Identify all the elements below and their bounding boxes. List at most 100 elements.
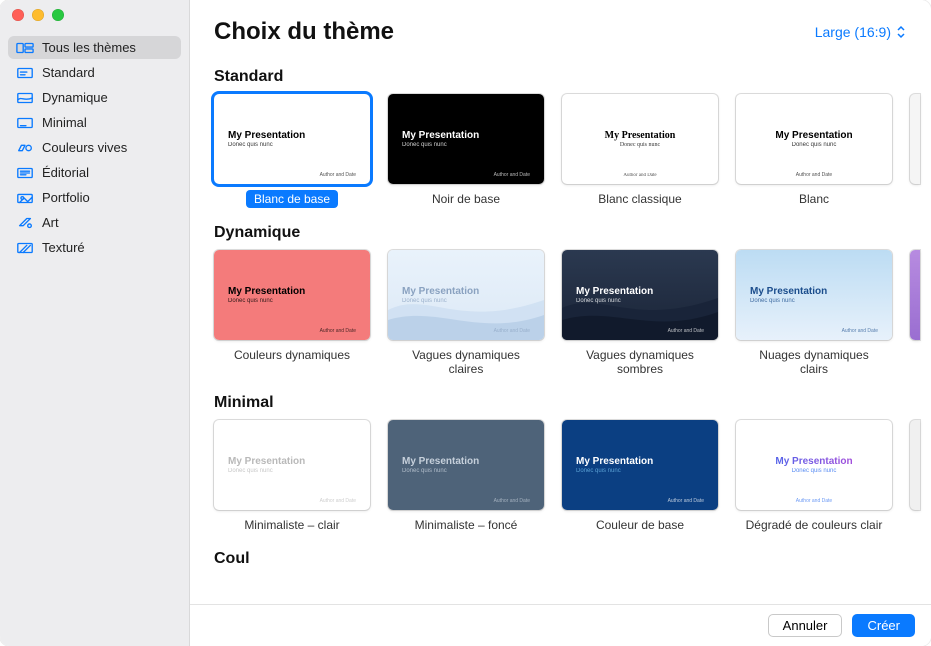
preview-title: My Presentation (214, 130, 370, 141)
sidebar-item-dynamic[interactable]: Dynamique (8, 86, 181, 109)
preview-title: My Presentation (736, 456, 892, 467)
theme-label: Nuages dynamiques clairs (736, 346, 892, 378)
sidebar-item-bold[interactable]: Couleurs vives (8, 136, 181, 159)
theme-card[interactable]: My PresentationDonec quis nunc Author and… (562, 94, 718, 208)
texture-icon (16, 241, 34, 255)
aspect-ratio-label: Large (16:9) (815, 24, 891, 40)
sidebar-item-editorial[interactable]: Éditorial (8, 161, 181, 184)
bold-icon (16, 141, 34, 155)
theme-thumbnail: My PresentationDonec quis nuncAuthor and… (736, 250, 892, 340)
sidebar-item-art[interactable]: Art (8, 211, 181, 234)
theme-thumbnail: My PresentationDonec quis nunc Author and… (388, 94, 544, 184)
preview-author: Author and Date (320, 498, 356, 504)
preview-author: Author and Date (320, 328, 356, 334)
page-title: Choix du thème (214, 18, 394, 46)
preview-subtitle: Donec quis nunc (214, 468, 370, 474)
theme-thumbnail: My PresentationDonec quis nunc Author and… (562, 420, 718, 510)
preview-title: My Presentation (388, 130, 544, 141)
preview-subtitle: Donec quis nunc (388, 142, 544, 148)
preview-author: Author and Date (736, 498, 892, 504)
sidebar-item-label: Tous les thèmes (42, 40, 136, 55)
theme-thumbnail: My PresentationDonec quis nuncAuthor and… (562, 250, 718, 340)
preview-subtitle: Donec quis nunc (736, 298, 892, 304)
dynamic-icon (16, 91, 34, 105)
theme-card[interactable]: My PresentationDonec quis nunc Author and… (388, 94, 544, 208)
sidebar-item-label: Dynamique (42, 90, 108, 105)
footer: Annuler Créer (190, 604, 931, 646)
sidebar-item-label: Couleurs vives (42, 140, 127, 155)
aspect-ratio-dropdown[interactable]: Large (16:9) (815, 24, 907, 40)
theme-label: Blanc classique (590, 190, 689, 208)
sidebar-item-all[interactable]: Tous les thèmes (8, 36, 181, 59)
sidebar-item-standard[interactable]: Standard (8, 61, 181, 84)
preview-author: Author and Date (320, 172, 356, 178)
theme-label: Noir de base (424, 190, 508, 208)
theme-card[interactable]: My PresentationDonec quis nuncAuthor and… (562, 250, 718, 378)
zoom-window-button[interactable] (52, 9, 64, 21)
theme-label: Minimaliste – foncé (407, 516, 526, 534)
sidebar-item-label: Standard (42, 65, 95, 80)
preview-author: Author and Date (736, 172, 892, 178)
sidebar-item-label: Art (42, 215, 59, 230)
theme-thumbnail: My PresentationDonec quis nuncAuthor and… (388, 250, 544, 340)
minimize-window-button[interactable] (32, 9, 44, 21)
preview-subtitle: Donec quis nunc (562, 468, 718, 474)
theme-peek[interactable] (910, 420, 920, 510)
theme-card[interactable]: My PresentationDonec quis nunc Author and… (214, 94, 370, 208)
theme-label: Vagues dynamiques claires (388, 346, 544, 378)
preview-author: Author and Date (562, 173, 718, 178)
section-title: Standard (214, 68, 931, 86)
close-window-button[interactable] (12, 9, 24, 21)
theme-thumbnail: My PresentationDonec quis nuncAuthor and… (736, 94, 892, 184)
sidebar-item-minimal[interactable]: Minimal (8, 111, 181, 134)
preview-author: Author and Date (494, 328, 530, 334)
theme-card[interactable]: My PresentationDonec quis nuncAuthor and… (736, 250, 892, 378)
theme-thumbnail: My PresentationDonec quis nunc Author and… (214, 94, 370, 184)
theme-label: Blanc (791, 190, 837, 208)
theme-label: Vagues dynamiques sombres (562, 346, 718, 378)
standard-icon (16, 66, 34, 80)
all-icon (16, 41, 34, 55)
theme-card[interactable]: My PresentationDonec quis nunc Author and… (214, 420, 370, 534)
theme-thumbnail: My PresentationDonec quis nunc Author and… (214, 420, 370, 510)
preview-subtitle: Donec quis nunc (562, 298, 718, 304)
minimal-icon (16, 116, 34, 130)
main: Choix du thème Large (16:9) Standard My P… (190, 0, 931, 646)
preview-title: My Presentation (388, 456, 544, 467)
theme-peek[interactable] (910, 250, 920, 340)
create-button[interactable]: Créer (852, 614, 915, 637)
preview-subtitle: Donec quis nunc (736, 142, 892, 148)
sidebar-item-label: Éditorial (42, 165, 89, 180)
theme-card[interactable]: My PresentationDonec quis nunc Author and… (562, 420, 718, 534)
preview-subtitle: Donec quis nunc (562, 142, 718, 148)
theme-label: Couleur de base (588, 516, 692, 534)
section-title: Coul (214, 550, 931, 568)
window-controls (0, 0, 189, 30)
theme-card[interactable]: My PresentationDonec quis nuncAuthor and… (214, 250, 370, 364)
preview-author: Author and Date (842, 328, 878, 334)
theme-thumbnail: My PresentationDonec quis nuncAuthor and… (388, 420, 544, 510)
theme-card[interactable]: My PresentationDonec quis nuncAuthor and… (736, 420, 892, 534)
theme-card[interactable]: My PresentationDonec quis nuncAuthor and… (388, 250, 544, 378)
preview-title: My Presentation (214, 456, 370, 467)
preview-title: My Presentation (562, 456, 718, 467)
section-title: Minimal (214, 394, 931, 412)
theme-label: Blanc de base (246, 190, 338, 208)
preview-author: Author and Date (494, 172, 530, 178)
theme-peek[interactable] (910, 94, 920, 184)
section-title: Dynamique (214, 224, 931, 242)
theme-card[interactable]: My PresentationDonec quis nuncAuthor and… (388, 420, 544, 534)
preview-title: My Presentation (562, 130, 718, 141)
preview-author: Author and Date (668, 328, 704, 334)
sidebar-item-portfolio[interactable]: Portfolio (8, 186, 181, 209)
sidebar-item-label: Minimal (42, 115, 87, 130)
cancel-button[interactable]: Annuler (768, 614, 843, 637)
theme-card[interactable]: My PresentationDonec quis nuncAuthor and… (736, 94, 892, 208)
portfolio-icon (16, 191, 34, 205)
preview-subtitle: Donec quis nunc (214, 142, 370, 148)
preview-title: My Presentation (214, 286, 370, 297)
preview-author: Author and Date (668, 498, 704, 504)
preview-subtitle: Donec quis nunc (388, 468, 544, 474)
art-icon (16, 216, 34, 230)
sidebar-item-texture[interactable]: Texturé (8, 236, 181, 259)
